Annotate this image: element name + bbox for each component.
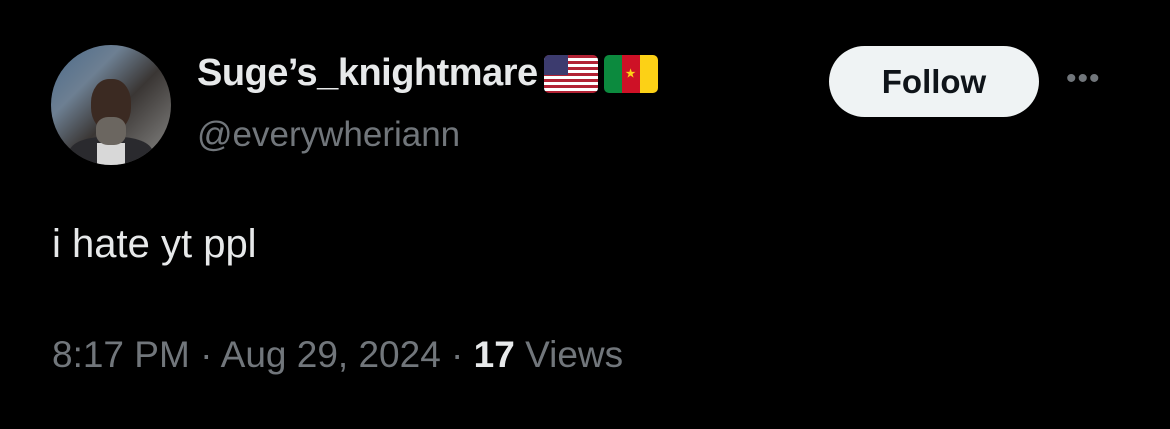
avatar-tee (97, 143, 125, 165)
tweet-text: i hate yt ppl (52, 222, 257, 266)
cameroon-flag-icon (603, 54, 658, 93)
us-flag-icon (543, 54, 598, 93)
avatar-beard (96, 117, 126, 145)
follow-button[interactable]: Follow (829, 46, 1039, 117)
views-label: Views (514, 334, 624, 375)
views-count: 17 (473, 334, 515, 375)
separator: · (440, 334, 474, 375)
tweet-metadata: 8:17 PM · Aug 29, 2024 · 17 Views (52, 334, 623, 376)
avatar[interactable] (51, 45, 171, 165)
tweet-date[interactable]: Aug 29, 2024 (221, 334, 441, 375)
display-name-text: Suge’s_knightmare (197, 52, 538, 94)
more-options-icon[interactable]: ••• (1066, 62, 1101, 96)
user-handle[interactable]: @everywheriann (197, 115, 460, 155)
display-name[interactable]: Suge’s_knightmare (197, 52, 658, 95)
separator: · (189, 334, 221, 375)
tweet-time[interactable]: 8:17 PM (52, 334, 190, 375)
